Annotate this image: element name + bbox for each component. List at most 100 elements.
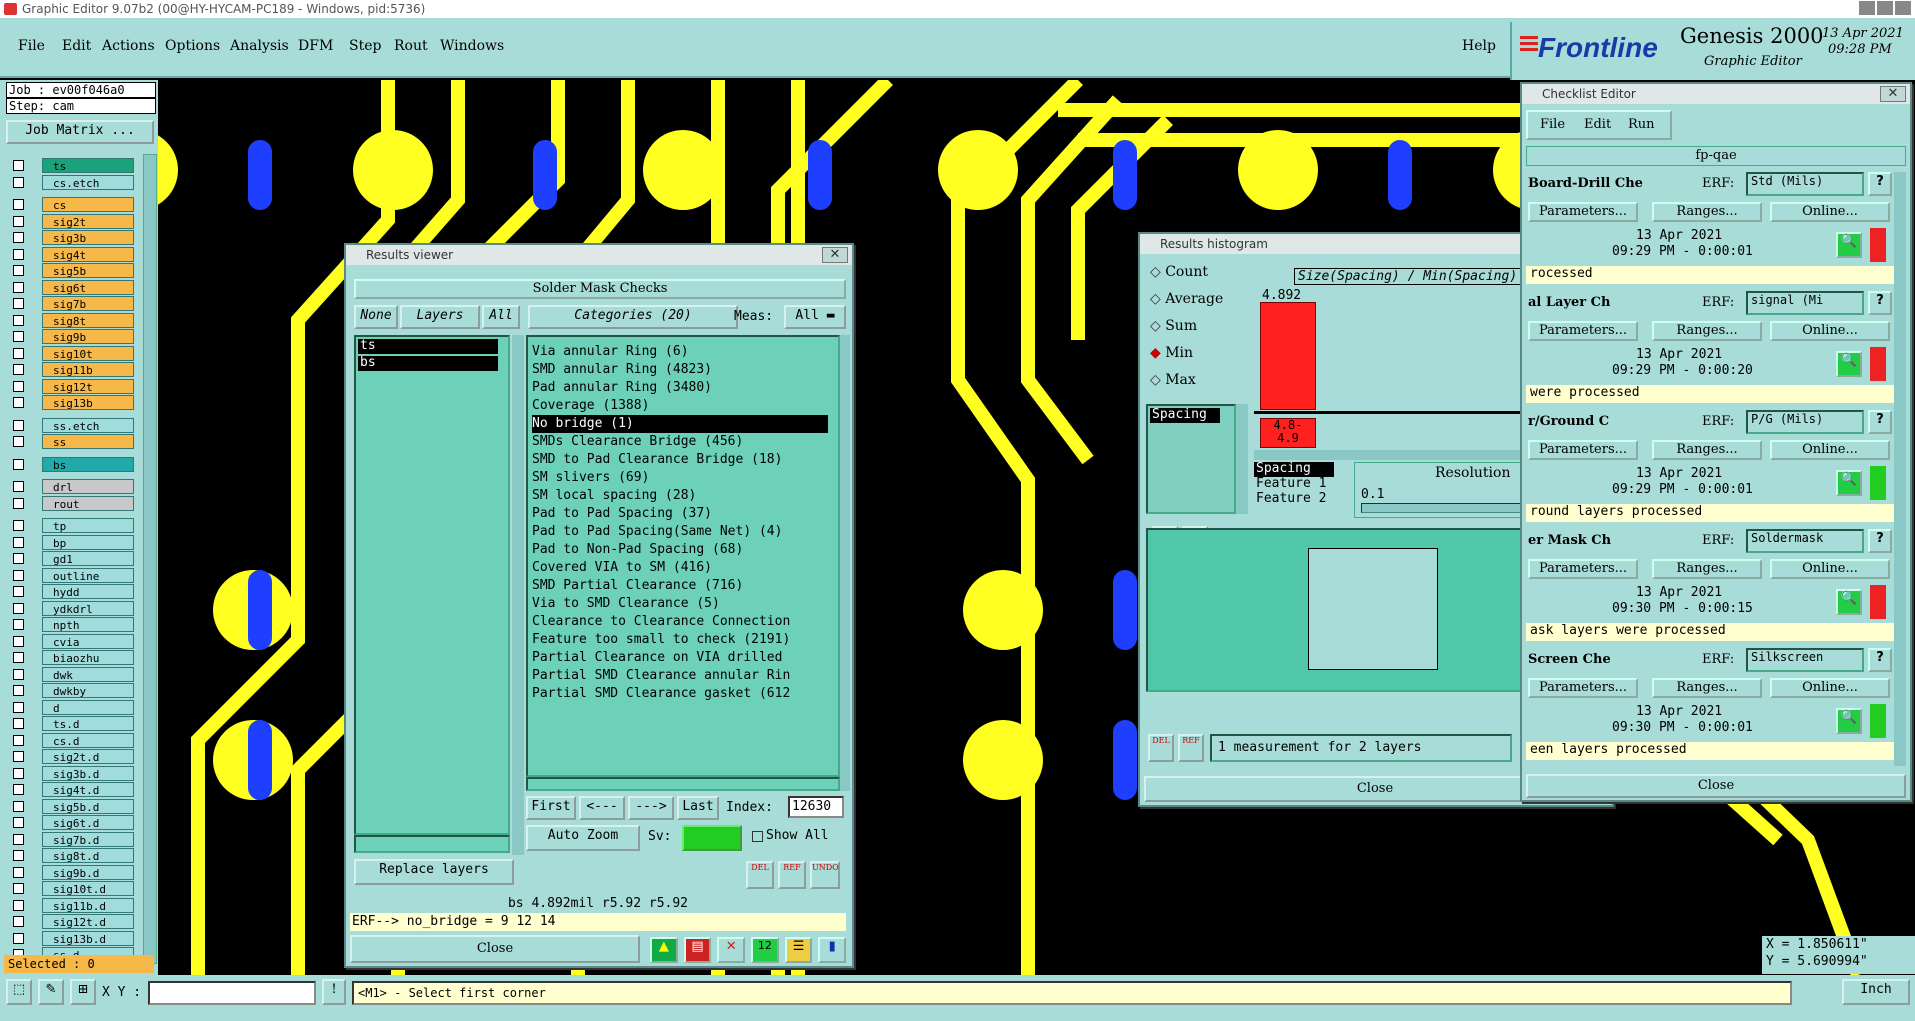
category-item[interactable]: Pad to Non-Pad Spacing (68) [532, 541, 838, 559]
auto-zoom-dropdown[interactable]: Auto Zoom [526, 825, 640, 851]
layer-name[interactable]: drl [42, 479, 134, 494]
close-icon[interactable]: ✕ [822, 247, 848, 263]
layer-name[interactable]: sig8t [42, 312, 134, 328]
category-item[interactable]: SMD annular Ring (4823) [532, 361, 838, 379]
sv-color-dropdown[interactable] [682, 825, 742, 851]
online-button[interactable]: Online... [1770, 321, 1890, 341]
layer-row[interactable]: ts [8, 158, 158, 173]
ranges-button[interactable]: Ranges... [1652, 678, 1762, 698]
category-item[interactable]: SM slivers (69) [532, 469, 838, 487]
layer-checkbox[interactable] [13, 265, 24, 276]
last-button[interactable]: Last [677, 796, 719, 820]
parameters-button[interactable]: Parameters... [1528, 321, 1638, 341]
category-item[interactable]: Feature too small to check (2191) [532, 631, 838, 649]
menu-file[interactable]: File [18, 38, 45, 54]
layer-checkbox[interactable] [13, 248, 24, 260]
layer-name[interactable]: sig10t.d [42, 881, 134, 896]
layer-checkbox[interactable] [13, 569, 24, 581]
checklist-vscroll[interactable] [1894, 172, 1906, 766]
layer-name[interactable]: npth [42, 617, 134, 632]
layer-checkbox[interactable] [13, 298, 24, 309]
menu-analysis[interactable]: Analysis [230, 38, 289, 54]
categories-vscroll[interactable] [840, 335, 850, 791]
parameters-button[interactable]: Parameters... [1528, 440, 1638, 460]
layer-row[interactable]: sig4t.d [8, 782, 158, 797]
menu-step[interactable]: Step [349, 38, 381, 54]
layers-icon[interactable]: 12 [751, 937, 779, 963]
layer-checkbox[interactable] [13, 397, 24, 408]
layer-checkbox[interactable] [13, 635, 24, 647]
ranges-button[interactable]: Ranges... [1652, 202, 1762, 222]
layer-name[interactable]: sig2t [42, 213, 134, 229]
category-item[interactable]: Covered VIA to SM (416) [532, 559, 838, 577]
results-viewer-titlebar[interactable]: Results viewer ✕ [346, 245, 852, 265]
layer-checkbox[interactable] [13, 767, 24, 779]
layer-list-hscroll[interactable] [354, 835, 510, 853]
layer-row[interactable]: sig11b.d [8, 897, 158, 913]
next-button[interactable]: ---> [628, 796, 674, 820]
layer-checkbox[interactable] [13, 751, 24, 762]
layer-name[interactable]: cvia [42, 633, 134, 649]
layer-name[interactable]: ss.etch [42, 417, 134, 433]
layer-row[interactable]: biaozhu [8, 650, 158, 665]
layer-checkbox[interactable] [13, 932, 24, 944]
checklist-titlebar[interactable]: Checklist Editor ✕ [1522, 84, 1910, 104]
close-icon[interactable] [1895, 1, 1911, 15]
checklist-menu-file[interactable]: File [1540, 117, 1565, 132]
histogram-option[interactable]: ◇ Max [1150, 372, 1196, 394]
category-item[interactable]: Coverage (1388) [532, 397, 838, 415]
layer-name[interactable]: gd1 [42, 551, 134, 566]
checklist-row[interactable]: er Mask Ch ERF: Soldermask? Parameters... Ra… [1526, 529, 1894, 645]
layer-name[interactable]: sig11b.d [42, 897, 134, 913]
layer-name[interactable]: sig9b [42, 329, 134, 344]
category-item[interactable]: SM local spacing (28) [532, 487, 838, 505]
layer-row[interactable]: ss.etch [8, 417, 158, 433]
help-icon[interactable]: ? [1868, 291, 1892, 315]
zoom-icon[interactable]: 🔍 [1836, 470, 1862, 496]
layer-checkbox[interactable] [13, 685, 24, 696]
checklist-close-button[interactable]: Close [1526, 774, 1906, 798]
layer-name[interactable]: sig3b [42, 230, 134, 245]
layer-name[interactable]: sig5b.d [42, 798, 134, 814]
zoom-icon[interactable]: 🔍 [1836, 232, 1862, 258]
layer-checkbox[interactable] [13, 215, 24, 227]
layer-row[interactable]: sig12t [8, 378, 158, 394]
layer-name[interactable]: rout [42, 495, 134, 511]
layer-row[interactable]: ss [8, 434, 158, 449]
layer-checkbox[interactable] [13, 668, 24, 680]
feature-item[interactable]: Feature 2 [1254, 491, 1336, 507]
layer-name[interactable]: dwkby [42, 683, 134, 698]
erf-value[interactable]: P/G (Mils) [1746, 410, 1864, 434]
layer-checkbox[interactable] [13, 619, 24, 630]
layer-row[interactable]: sig11b [8, 362, 158, 377]
erase-icon[interactable]: ✕ [717, 937, 746, 963]
layer-row[interactable]: dwk [8, 666, 158, 682]
xy-input[interactable] [148, 981, 316, 1005]
layer-name[interactable]: outline [42, 567, 134, 583]
layer-name[interactable]: bp [42, 534, 134, 550]
layer-checkbox[interactable] [13, 899, 24, 911]
erf-value[interactable]: Silkscreen [1746, 648, 1864, 672]
close-icon[interactable]: ✕ [1880, 86, 1906, 102]
layer-row[interactable]: bp [8, 534, 158, 550]
first-button[interactable]: First [526, 796, 576, 820]
all-button[interactable]: All [482, 305, 520, 329]
flag-icon[interactable]: ▲ [650, 937, 678, 963]
histogram-option[interactable]: ◇ Average [1150, 291, 1223, 313]
category-item[interactable]: Pad to Pad Spacing (37) [532, 505, 838, 523]
layer-row[interactable]: hydd [8, 584, 158, 599]
layer-row[interactable]: sig6t.d [8, 815, 158, 830]
draw-tool-icon[interactable]: ✎ [38, 979, 64, 1005]
layer-checkbox[interactable] [13, 833, 24, 845]
category-item[interactable]: Pad annular Ring (3480) [532, 379, 838, 397]
category-item[interactable]: SMDs Clearance Bridge (456) [532, 433, 838, 451]
layer-checkbox[interactable] [13, 883, 24, 894]
layer-name[interactable]: biaozhu [42, 650, 134, 665]
layer-name[interactable]: sig11b [42, 362, 134, 377]
layer-checkbox[interactable] [13, 481, 24, 492]
layer-name[interactable]: cs.etch [42, 174, 134, 190]
layer-row[interactable]: sig9b [8, 329, 158, 344]
erf-value[interactable]: Std (Mils) [1746, 172, 1864, 196]
feature-item[interactable]: Feature 1 [1254, 476, 1336, 492]
layer-name[interactable]: ts.d [42, 716, 134, 731]
